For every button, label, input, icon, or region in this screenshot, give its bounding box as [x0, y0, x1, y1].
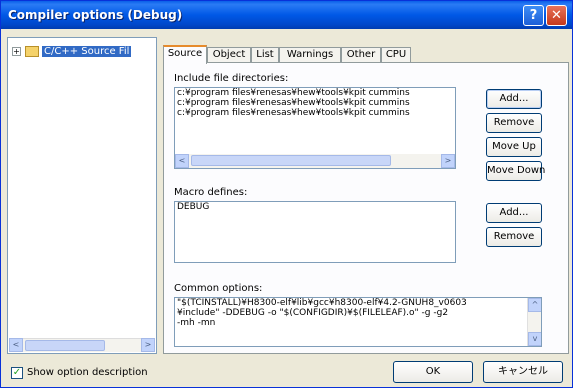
- source-tab-panel: Include file directories: c:¥program fil…: [163, 62, 569, 354]
- common-options-vertical-scrollbar[interactable]: ^ v: [527, 298, 541, 346]
- title-bar[interactable]: Compiler options (Debug) ? ✕: [1, 1, 572, 29]
- common-options-line: ¥include" -DDEBUG -o "$(CONFIGDIR)¥$(FIL…: [177, 308, 449, 318]
- tab-object[interactable]: Object: [207, 47, 251, 63]
- macro-defines-label: Macro defines:: [174, 187, 248, 198]
- tab-cpu[interactable]: CPU: [381, 47, 411, 63]
- common-options-line: -mh -mn: [177, 318, 216, 328]
- file-type-tree[interactable]: + C/C++ Source Fil < >: [7, 37, 157, 354]
- include-add-button[interactable]: Add...: [486, 89, 542, 109]
- tab-warnings[interactable]: Warnings: [279, 47, 341, 63]
- common-options-line: "$(TCINSTALL)¥H8300-elf¥lib¥gcc¥h8300-el…: [177, 298, 467, 308]
- scroll-left-button[interactable]: <: [9, 338, 23, 352]
- tab-other[interactable]: Other: [341, 47, 381, 63]
- scroll-thumb[interactable]: [191, 155, 391, 166]
- common-options-field[interactable]: "$(TCINSTALL)¥H8300-elf¥lib¥gcc¥h8300-el…: [174, 297, 542, 347]
- list-item[interactable]: c:¥program files¥renesas¥hew¥tools¥kpit …: [175, 88, 455, 98]
- include-move-up-button[interactable]: Move Up: [486, 137, 542, 157]
- include-directories-label: Include file directories:: [174, 73, 289, 84]
- list-item[interactable]: c:¥program files¥renesas¥hew¥tools¥kpit …: [175, 108, 455, 118]
- scroll-up-button[interactable]: ^: [528, 298, 541, 312]
- ok-button[interactable]: OK: [393, 361, 473, 383]
- macro-defines-list[interactable]: DEBUG: [174, 201, 456, 263]
- include-directories-list[interactable]: c:¥program files¥renesas¥hew¥tools¥kpit …: [174, 87, 456, 169]
- include-move-down-button[interactable]: Move Down: [486, 161, 545, 181]
- tab-source[interactable]: Source: [163, 45, 207, 64]
- compiler-options-dialog: Compiler options (Debug) ? ✕ + C/C++ Sou…: [0, 0, 573, 388]
- list-item[interactable]: DEBUG: [175, 202, 455, 212]
- close-button[interactable]: ✕: [546, 5, 567, 26]
- tree-item-c-cpp-source[interactable]: + C/C++ Source Fil: [12, 44, 132, 58]
- scroll-down-button[interactable]: v: [528, 332, 541, 346]
- scroll-left-button[interactable]: <: [175, 154, 189, 168]
- help-icon: ?: [529, 8, 538, 23]
- include-remove-button[interactable]: Remove: [486, 113, 542, 133]
- help-button[interactable]: ?: [523, 5, 544, 26]
- scroll-right-button[interactable]: >: [441, 154, 455, 168]
- scroll-thumb[interactable]: [25, 340, 105, 351]
- show-description-checkbox[interactable]: ✓: [11, 367, 23, 379]
- common-options-label: Common options:: [174, 283, 263, 294]
- tree-item-label: C/C++ Source Fil: [42, 45, 132, 57]
- list-item[interactable]: c:¥program files¥renesas¥hew¥tools¥kpit …: [175, 98, 455, 108]
- folder-icon: [25, 45, 39, 57]
- tab-list[interactable]: List: [251, 47, 279, 63]
- close-icon: ✕: [551, 8, 562, 23]
- expand-icon[interactable]: +: [12, 46, 21, 56]
- include-horizontal-scrollbar[interactable]: < >: [175, 154, 455, 168]
- cancel-button[interactable]: キャンセル: [483, 361, 563, 383]
- macro-add-button[interactable]: Add...: [486, 203, 542, 223]
- scroll-right-button[interactable]: >: [141, 338, 155, 352]
- window-title: Compiler options (Debug): [8, 8, 183, 22]
- macro-remove-button[interactable]: Remove: [486, 227, 542, 247]
- show-description-label[interactable]: Show option description: [27, 367, 148, 378]
- tree-horizontal-scrollbar[interactable]: < >: [9, 338, 155, 352]
